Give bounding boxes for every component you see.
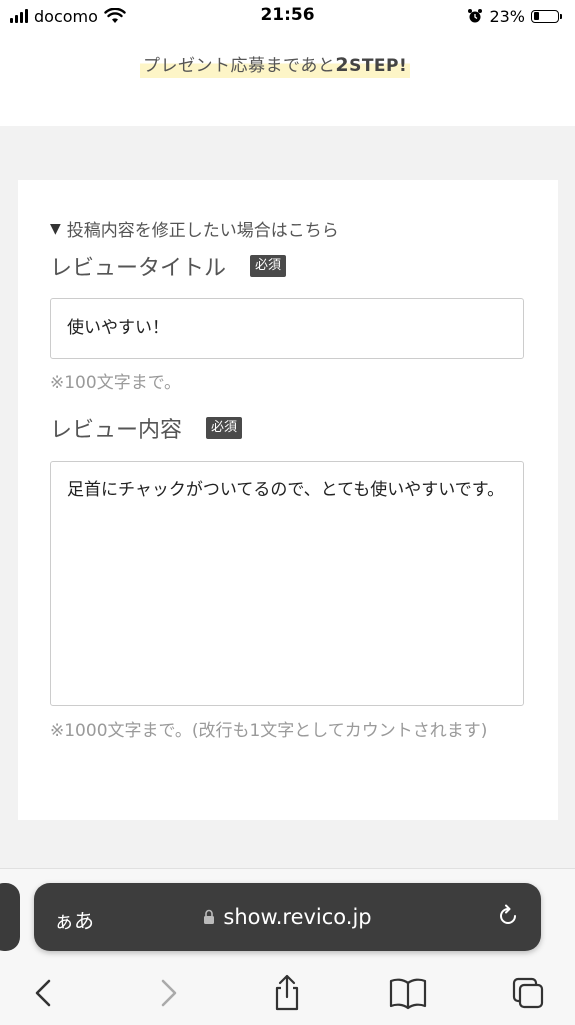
header-area: プレゼント応募まであと2STEP! [0, 34, 575, 126]
tabs-icon[interactable] [508, 973, 548, 1013]
review-title-label-text: レビュータイトル [50, 256, 227, 281]
step-banner: プレゼント応募まであと2STEP! [140, 52, 411, 78]
review-title-hint: ※100文字まで。 [50, 373, 182, 393]
browser-bottom-bar: ぁあ show.revico.jp [0, 868, 575, 1025]
address-bar[interactable]: ぁあ show.revico.jp [34, 883, 541, 951]
previous-tab-preview[interactable] [0, 883, 20, 951]
required-badge: 必須 [206, 417, 243, 439]
step-banner-prefix: プレゼント応募まであと [143, 56, 336, 76]
status-bar: docomo 21:56 23% [0, 0, 575, 34]
url-text: show.revico.jp [223, 905, 372, 929]
battery-level [533, 12, 539, 20]
review-title-input[interactable]: 使いやすい！ [50, 298, 524, 359]
step-banner-suffix: STEP! [349, 56, 408, 76]
status-right: 23% [467, 5, 562, 27]
forward-icon[interactable] [148, 973, 188, 1013]
bookmarks-icon[interactable] [388, 973, 428, 1013]
back-icon[interactable] [24, 973, 64, 1013]
review-content-label-text: レビュー内容 [50, 418, 183, 443]
reload-icon[interactable] [495, 903, 521, 929]
required-badge: 必須 [250, 255, 287, 277]
browser-toolbar [0, 969, 575, 1015]
lock-icon [204, 909, 215, 924]
edit-toggle[interactable]: ▼ 投稿内容を修正したい場合はこちら [50, 216, 339, 242]
review-title-label: レビュータイトル 必須 [50, 250, 287, 282]
step-banner-count: 2 [335, 54, 350, 76]
review-content-textarea[interactable]: 足首にチャックがついてるので、とても使いやすいです。 [50, 461, 524, 706]
url-display[interactable]: show.revico.jp [34, 905, 541, 929]
share-icon[interactable] [267, 973, 307, 1013]
triangle-down-icon: ▼ [50, 220, 61, 237]
review-content-label: レビュー内容 必須 [50, 412, 243, 444]
battery-icon [531, 9, 562, 23]
review-content-hint: ※1000文字まで。(改行も1文字としてカウントされます) [50, 721, 488, 741]
edit-toggle-label: 投稿内容を修正したい場合はこちら [66, 221, 339, 241]
alarm-icon [468, 9, 483, 23]
review-form-card: ▼ 投稿内容を修正したい場合はこちら レビュータイトル 必須 使いやすい！ ※1… [18, 180, 558, 820]
battery-percent: 23% [489, 6, 525, 26]
